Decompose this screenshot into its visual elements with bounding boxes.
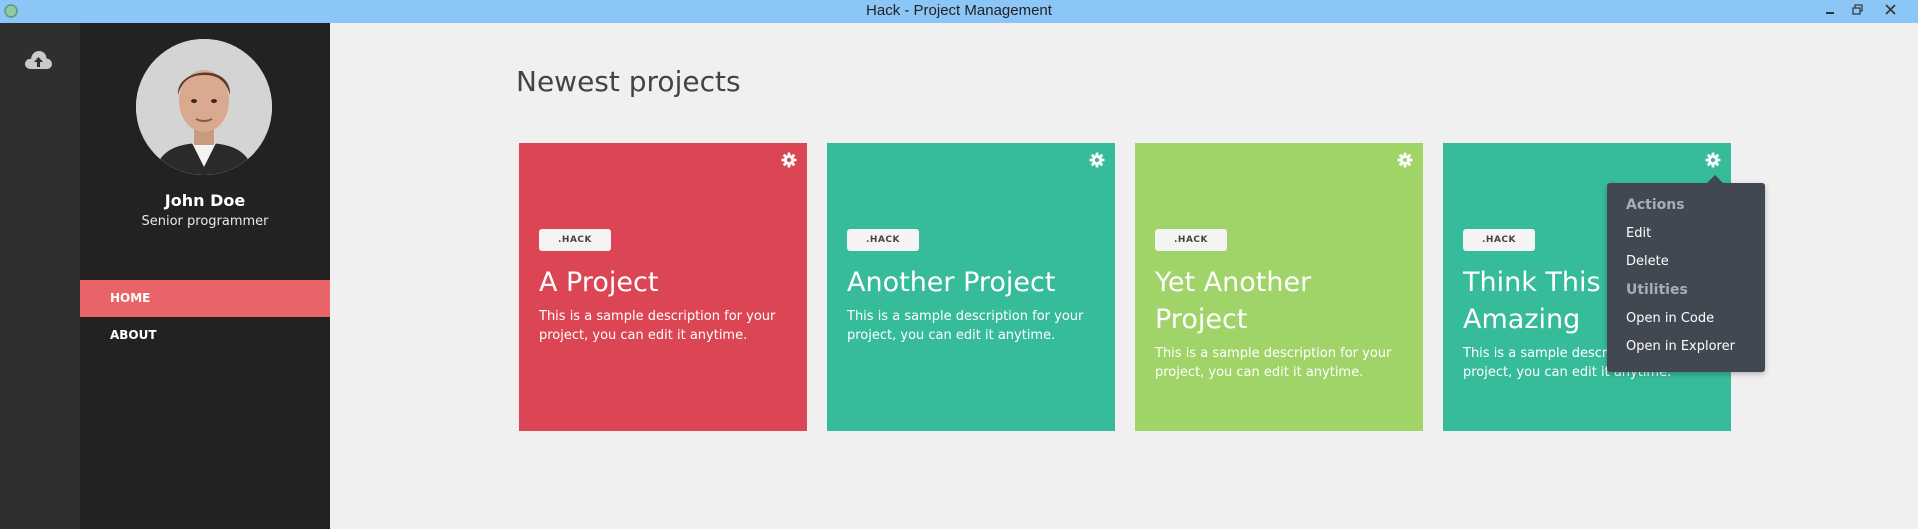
project-description: This is a sample description for your pr… [847, 309, 1084, 343]
project-title: Yet Another Project [1155, 267, 1312, 335]
nav-item-home[interactable]: HOME [80, 280, 330, 317]
menu-section-actions: Actions [1626, 197, 1685, 213]
menu-item-open-in-explorer[interactable]: Open in Explorer [1626, 339, 1735, 354]
window-title: Hack - Project Management [866, 2, 1052, 19]
nav-item-about[interactable]: ABOUT [80, 317, 330, 354]
project-title: Another Project [847, 267, 1056, 298]
avatar [136, 39, 272, 175]
minimize-icon [1826, 12, 1834, 14]
project-title: A Project [539, 267, 659, 298]
gear-icon[interactable] [1089, 152, 1105, 168]
close-icon [1884, 4, 1896, 15]
user-name: John Doe [164, 191, 246, 210]
project-description: This is a sample description for your pr… [1155, 346, 1392, 380]
page-title: Newest projects [516, 65, 741, 98]
project-description: This is a sample description for your pr… [539, 309, 776, 343]
gear-icon[interactable] [781, 152, 797, 168]
sidebar: John Doe Senior programmer HOME ABOUT [80, 23, 330, 529]
project-tag: .HACK [1155, 229, 1227, 251]
project-tag: .HACK [1463, 229, 1535, 251]
user-portrait [136, 39, 272, 175]
project-title-block: A Project This is a sample description f… [539, 264, 789, 345]
gear-icon[interactable] [1705, 152, 1721, 168]
card-actions-menu: Actions Edit Delete Utilities Open in Co… [1607, 175, 1765, 372]
project-tag: .HACK [847, 229, 919, 251]
restore-button[interactable] [1847, 2, 1867, 20]
gear-icon[interactable] [1397, 152, 1413, 168]
window-titlebar: Hack - Project Management [0, 0, 1918, 23]
restore-icon [1851, 4, 1863, 15]
project-title-block: Yet Another Project This is a sample des… [1155, 264, 1405, 382]
project-title-block: Another Project This is a sample descrip… [847, 264, 1097, 345]
minimize-button[interactable] [1820, 2, 1840, 20]
project-card[interactable]: .HACK A Project This is a sample descrip… [519, 143, 807, 431]
close-button[interactable] [1880, 2, 1900, 20]
menu-section-utilities: Utilities [1626, 282, 1688, 298]
project-tag: .HACK [539, 229, 611, 251]
project-card[interactable]: .HACK Yet Another Project This is a samp… [1135, 143, 1423, 431]
menu-item-open-in-code[interactable]: Open in Code [1626, 311, 1714, 326]
project-card[interactable]: .HACK Another Project This is a sample d… [827, 143, 1115, 431]
icon-rail [0, 23, 80, 529]
menu-caret [1707, 175, 1723, 183]
menu-item-delete[interactable]: Delete [1626, 254, 1669, 269]
cloud-upload-icon[interactable] [23, 47, 53, 73]
user-role: Senior programmer [141, 214, 269, 229]
menu-item-edit[interactable]: Edit [1626, 226, 1651, 241]
